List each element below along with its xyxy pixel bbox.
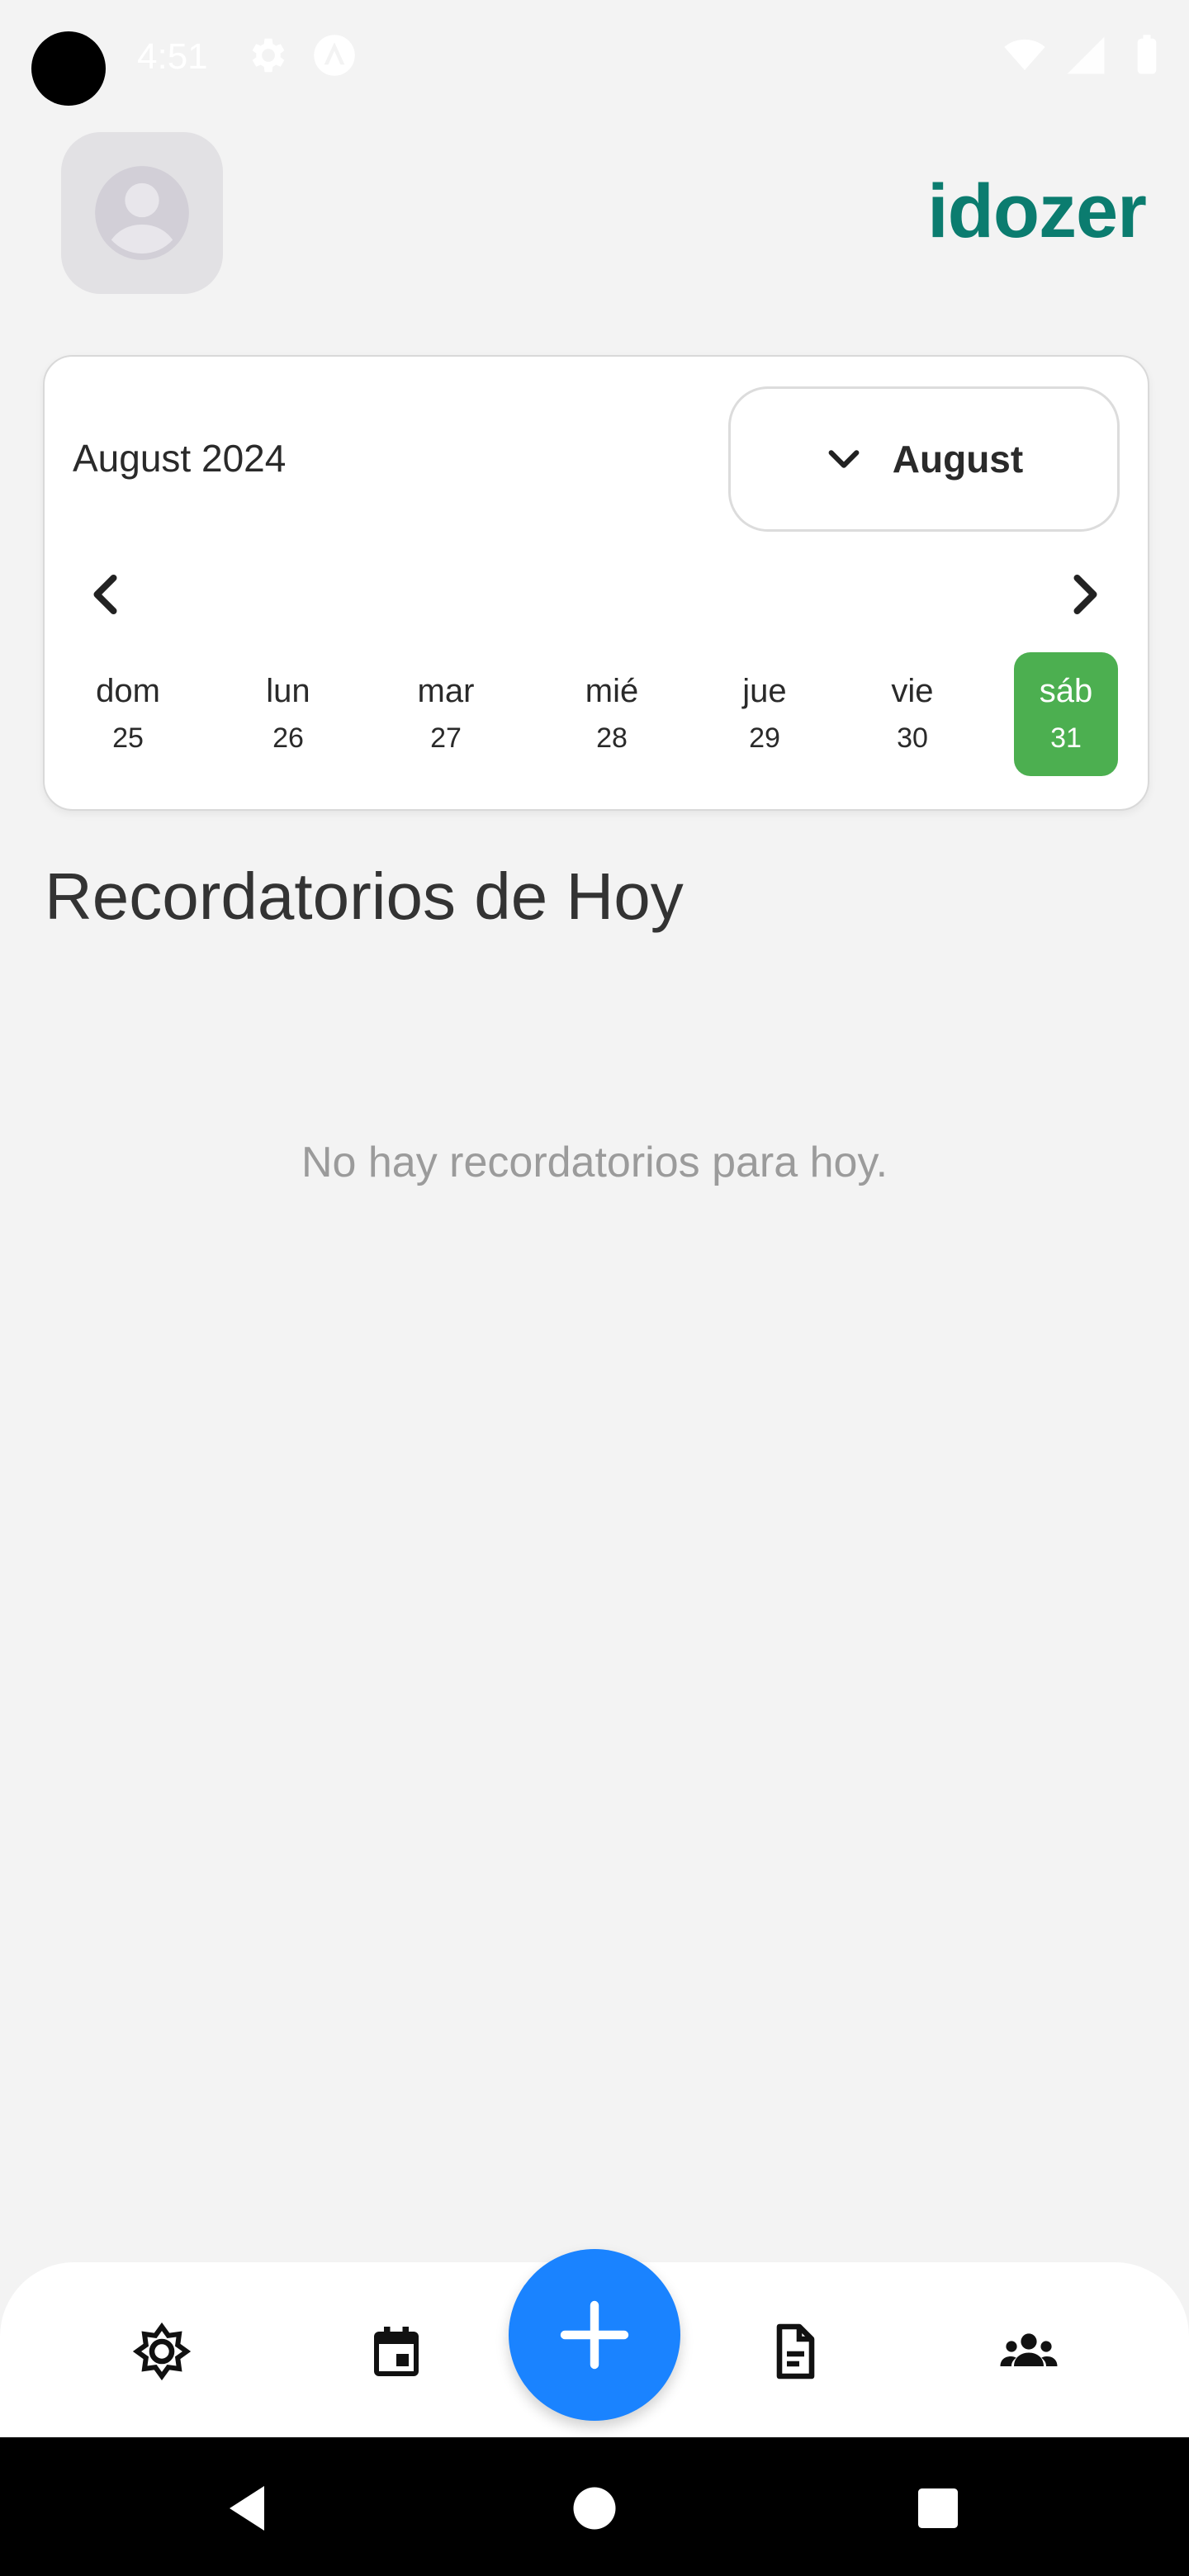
month-dropdown-label: August [892,438,1024,481]
profile-avatar-button[interactable] [61,132,223,294]
signal-icon [1067,36,1105,74]
home-icon[interactable] [565,2479,624,2538]
battery-icon [1137,35,1157,74]
day-cell[interactable]: dom 25 [76,652,180,776]
wifi-icon [1004,39,1045,70]
day-cell-selected[interactable]: sáb 31 [1014,652,1118,776]
week-days-strip: dom 25 lun 26 mar 27 mié 28 jue 29 vie 3… [50,652,1123,776]
day-cell[interactable]: mié 28 [560,652,664,776]
back-icon[interactable] [220,2479,279,2538]
document-icon[interactable] [765,2322,824,2381]
add-icon [560,2300,629,2370]
day-name: mié [585,673,639,709]
day-number: 30 [897,722,928,754]
settings-icon [252,38,285,73]
month-year-label: August 2024 [73,437,287,480]
day-name: lun [266,673,310,709]
app-notification-icon [314,35,355,76]
empty-reminders-message: No hay recordatorios para hoy. [301,1139,888,1186]
day-name: sáb [1039,673,1093,709]
day-number: 31 [1050,722,1082,754]
brightness-icon[interactable] [132,2322,192,2381]
day-number: 26 [272,722,304,754]
day-cell[interactable]: lun 26 [236,652,340,776]
status-time: 4:51 [137,36,208,77]
day-number: 28 [596,722,628,754]
recents-icon[interactable] [908,2479,968,2538]
chevron-right-icon[interactable] [1059,570,1108,619]
reminders-title: Recordatorios de Hoy [45,859,684,933]
day-name: vie [891,673,934,709]
account-circle-icon [95,166,189,260]
day-number: 25 [112,722,144,754]
day-name: mar [417,673,475,709]
chevron-left-icon[interactable] [83,570,132,619]
app-brand: idozer [927,169,1147,253]
status-icons-right [1002,33,1169,78]
camera-cutout [31,31,106,106]
day-number: 27 [430,722,462,754]
calendar-icon[interactable] [367,2322,426,2381]
day-cell[interactable]: vie 30 [860,652,964,776]
day-name: dom [96,673,160,709]
group-icon[interactable] [999,2322,1059,2381]
add-reminder-button[interactable] [509,2249,680,2421]
month-dropdown[interactable]: August [728,386,1120,532]
chevron-down-icon [828,450,860,468]
day-cell[interactable]: mar 27 [394,652,498,776]
day-number: 29 [749,722,780,754]
status-icons-left [244,33,357,78]
day-cell[interactable]: jue 29 [713,652,817,776]
day-name: jue [742,673,787,709]
